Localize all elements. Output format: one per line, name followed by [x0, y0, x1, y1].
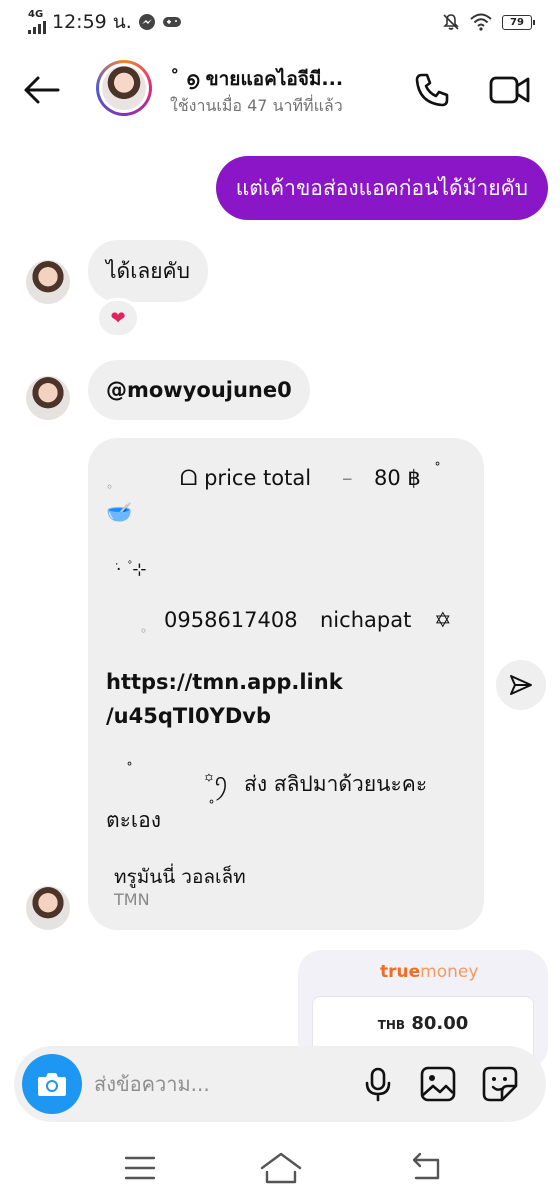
price-label: ᗝ price total — [180, 466, 312, 490]
avatar-image — [102, 66, 146, 110]
mention-message[interactable]: @mowyoujune0 — [88, 360, 310, 420]
slip-instruction-cont: ตะเอง — [106, 808, 161, 832]
contact-avatar[interactable] — [96, 60, 152, 116]
message-input[interactable] — [94, 1066, 314, 1102]
status-left: 4G 12:59 น. — [28, 7, 182, 37]
message-composer — [14, 1046, 546, 1122]
home-icon — [260, 1152, 302, 1184]
system-back-button[interactable] — [406, 1150, 446, 1186]
status-right: 79 — [442, 13, 535, 31]
messenger-icon — [138, 13, 156, 31]
star-symbol: ✡ — [434, 608, 452, 632]
decor-degree: ˚ — [208, 800, 215, 816]
battery-icon: 79 — [502, 14, 535, 30]
link-preview-domain: TMN — [114, 890, 150, 909]
phone-number: 0958617408 — [164, 608, 298, 632]
contact-name[interactable]: ˚ ൭ ขายแอคไอจีมี... — [170, 64, 380, 94]
video-camera-icon — [489, 76, 530, 104]
gallery-button[interactable] — [418, 1064, 458, 1104]
signal-bars — [28, 20, 46, 34]
recent-apps-button[interactable] — [120, 1152, 160, 1184]
truemoney-logo: truemoney — [380, 962, 479, 982]
share-button[interactable] — [496, 660, 546, 710]
decor-degree: ˚ — [126, 762, 133, 778]
microphone-icon — [365, 1067, 391, 1102]
chat-header: ˚ ൭ ขายแอคไอจีมี... ใช้งานเมื่อ 47 นาทีท… — [0, 44, 560, 134]
image-icon — [420, 1066, 456, 1102]
sender-avatar[interactable] — [26, 376, 70, 420]
bowl-emoji: 🥣 — [106, 500, 133, 524]
decor-dot: ◦ — [140, 624, 148, 638]
reaction-label: ❤ — [110, 307, 126, 329]
camera-icon — [38, 1073, 66, 1096]
return-icon — [412, 1152, 440, 1180]
price-dash: – — [342, 466, 353, 490]
voice-call-button[interactable] — [412, 70, 452, 110]
payment-link-line-1[interactable]: https://tmn.app.link — [106, 670, 343, 694]
status-bar: 4G 12:59 น. 79 — [0, 0, 560, 44]
price-amount: 80 ฿ — [374, 466, 421, 490]
slip-amount-value: 80.00 — [411, 1013, 469, 1034]
sent-message[interactable]: แต่เค้าขอส่องแอคก่อนได้ม้ายคับ — [215, 156, 548, 220]
active-status: ใช้งานเมื่อ 47 นาทีที่แล้ว — [170, 96, 343, 115]
payment-info-message[interactable]: ◦ ᗝ price total – 80 ฿ ˚ 🥣 ·ֹ ۫ ⊹ ◦ 0958… — [88, 438, 484, 930]
arrow-left-icon — [24, 76, 60, 104]
sender-avatar[interactable] — [26, 886, 70, 930]
video-call-button[interactable] — [488, 70, 532, 110]
sender-avatar[interactable] — [26, 260, 70, 304]
wifi-icon — [470, 13, 492, 31]
camera-button[interactable] — [22, 1054, 82, 1114]
sticker-icon — [482, 1066, 518, 1102]
heart-reaction-icon[interactable]: ❤ — [96, 298, 140, 338]
slip-amount: THB 80.00 — [313, 1013, 533, 1034]
menu-icon — [124, 1156, 156, 1180]
slip-instruction: ส่ง สลิปมาด้วยนะคะ — [244, 772, 428, 796]
payment-link-line-2[interactable]: /u45qTI0YDvb — [106, 704, 271, 728]
decor-dot: ◦ — [106, 480, 114, 494]
status-time: 12:59 น. — [52, 11, 132, 33]
mute-icon — [442, 13, 460, 31]
decor-symbols: ·ֹ ۫ ⊹ — [116, 560, 147, 580]
slip-currency: THB — [377, 1018, 406, 1032]
microphone-button[interactable] — [358, 1064, 398, 1104]
link-preview-title[interactable]: ทรูมันนี่ วอลเล็ท — [114, 862, 246, 892]
decor-ornament: ꙳ꪆ — [204, 771, 229, 792]
system-nav-bar — [0, 1136, 560, 1200]
battery-level: 79 — [510, 16, 524, 28]
paper-plane-icon — [510, 675, 532, 695]
signal-icon: 4G — [28, 10, 46, 34]
home-button[interactable] — [258, 1148, 304, 1188]
network-type: 4G — [28, 9, 44, 20]
decor-degree: ˚ — [434, 462, 441, 478]
back-button[interactable] — [22, 70, 62, 110]
sticker-button[interactable] — [480, 1064, 520, 1104]
received-message[interactable]: ได้เลยคับ — [88, 240, 208, 302]
account-holder: nichapat — [320, 608, 412, 632]
phone-icon — [415, 73, 449, 107]
game-controller-icon — [162, 14, 182, 30]
